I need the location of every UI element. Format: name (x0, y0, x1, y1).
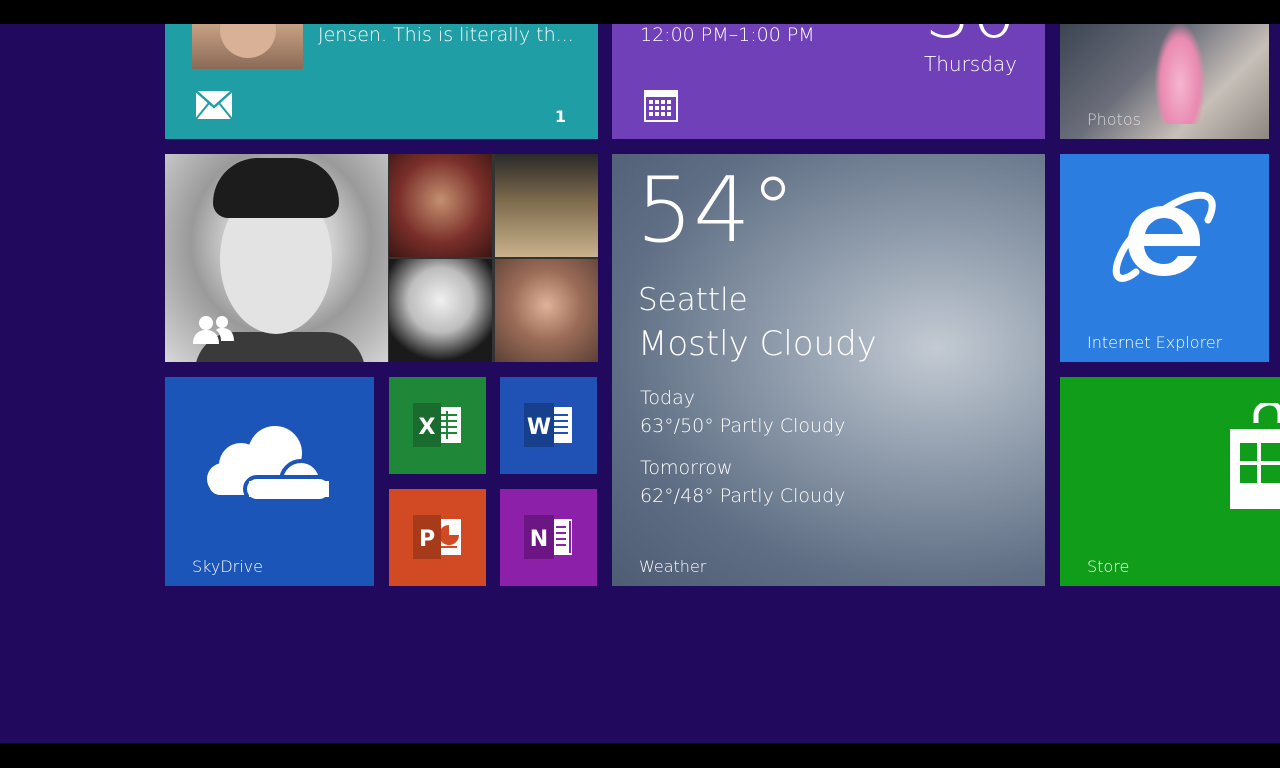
calendar-icon (644, 90, 678, 126)
onenote-letter: N (530, 527, 548, 552)
cloud-icon (205, 421, 333, 507)
word-letter: W (527, 415, 551, 440)
bottom-letterbox-bar (0, 743, 1280, 768)
powerpoint-icon: P (413, 515, 461, 559)
people-thumbnail (389, 259, 492, 362)
calendar-event-time: 12:00 PM–1:00 PM (640, 24, 815, 46)
weather-tile[interactable]: 54° Seattle Mostly Cloudy Today 63°/50° … (612, 154, 1045, 586)
people-thumbnail (495, 259, 598, 362)
weather-city: Seattle (638, 282, 748, 318)
mail-icon (195, 90, 233, 124)
weather-today-forecast: 63°/50° Partly Cloudy (640, 415, 846, 437)
mail-unread-count: 1 (554, 107, 566, 126)
top-letterbox-bar (0, 0, 1280, 24)
powerpoint-tile[interactable]: P (389, 489, 486, 586)
weather-label: Weather (639, 557, 707, 576)
internet-explorer-tile[interactable]: Internet Explorer (1060, 154, 1269, 362)
onenote-icon: N (524, 515, 572, 559)
people-thumbnail (389, 154, 492, 257)
skydrive-tile[interactable]: SkyDrive (165, 377, 374, 586)
mail-sender-avatar (192, 24, 303, 69)
store-tile[interactable]: Store (1060, 377, 1280, 586)
mail-preview-text: Jensen. This is literally th... (318, 24, 574, 46)
skydrive-label: SkyDrive (192, 557, 263, 576)
photos-preview-image (1155, 24, 1205, 124)
word-icon: W (524, 403, 572, 447)
weather-tomorrow-label: Tomorrow (640, 457, 733, 479)
photos-tile[interactable]: Photos (1060, 24, 1269, 139)
calendar-day-number: 30 (925, 24, 1017, 48)
powerpoint-letter: P (419, 527, 435, 552)
people-thumbnail (495, 154, 598, 257)
calendar-weekday: Thursday (924, 52, 1017, 76)
store-label: Store (1087, 557, 1130, 576)
store-bag-icon (1230, 400, 1280, 517)
internet-explorer-icon (1112, 190, 1218, 294)
weather-forecast-tomorrow: Tomorrow 62°/48° Partly Cloudy (640, 454, 845, 510)
excel-letter: X (419, 415, 436, 440)
people-icon (192, 314, 236, 348)
onenote-tile[interactable]: N (500, 489, 597, 586)
mail-tile[interactable]: Jensen. This is literally th... 1 (165, 24, 598, 139)
internet-explorer-label: Internet Explorer (1087, 333, 1223, 352)
calendar-tile[interactable]: 12:00 PM–1:00 PM 30 Thursday (612, 24, 1045, 139)
word-tile[interactable]: W (500, 377, 597, 474)
weather-today-label: Today (640, 387, 695, 409)
excel-icon: X (413, 403, 461, 447)
weather-temperature: 54° (636, 158, 796, 263)
weather-tomorrow-forecast: 62°/48° Partly Cloudy (640, 485, 846, 507)
people-tile[interactable] (165, 154, 598, 362)
weather-forecast-today: Today 63°/50° Partly Cloudy (640, 384, 845, 440)
weather-condition: Mostly Cloudy (638, 324, 877, 364)
photos-label: Photos (1087, 110, 1141, 129)
excel-tile[interactable]: X (389, 377, 486, 474)
